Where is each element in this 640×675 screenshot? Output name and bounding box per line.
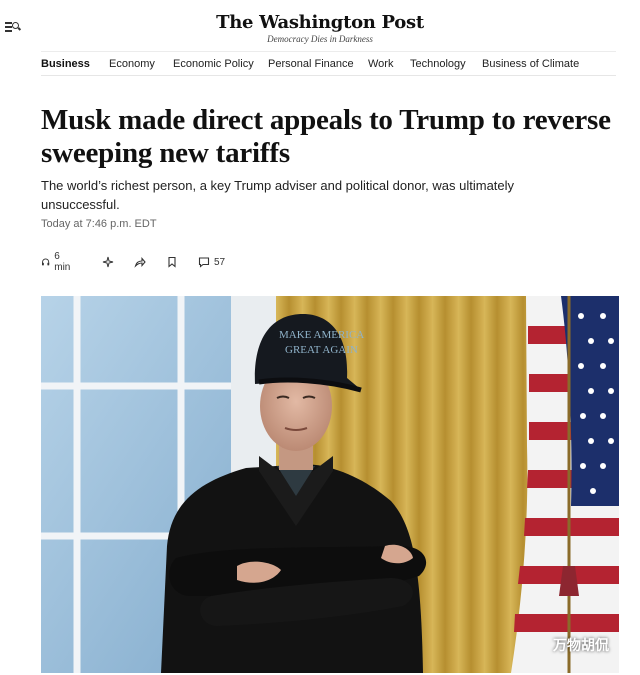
section-nav: Business Economy Economic Policy Persona…	[41, 51, 616, 76]
site-logo[interactable]: The Washington Post	[0, 12, 640, 33]
article-dek: The world’s richest person, a key Trump …	[41, 178, 515, 212]
nav-item-work[interactable]: Work	[368, 58, 393, 70]
nav-item-business-of-climate[interactable]: Business of Climate	[482, 58, 579, 70]
summary-button[interactable]	[102, 253, 114, 271]
article-timestamp: Today at 7:46 p.m. EDT	[41, 218, 157, 230]
nav-item-business[interactable]: Business	[41, 58, 90, 70]
bookmark-button[interactable]	[166, 253, 178, 271]
comments-button[interactable]: 57	[198, 253, 225, 271]
comment-count: 57	[214, 256, 226, 268]
american-flag	[511, 296, 619, 673]
nav-item-personal-finance[interactable]: Personal Finance	[268, 58, 354, 70]
lead-photo[interactable]: MAKE AMERICA GREAT AGAIN 万物胡侃	[41, 296, 619, 673]
site-tagline: Democracy Dies in Darkness	[267, 34, 373, 44]
hat-text-line1: MAKE AMERICA	[279, 329, 364, 341]
hat-text-line2: GREAT AGAIN	[285, 344, 358, 356]
lead-photo-illustration: MAKE AMERICA GREAT AGAIN	[41, 296, 619, 673]
nav-item-economy[interactable]: Economy	[109, 58, 155, 70]
masthead[interactable]: The Washington Post Democracy Dies in Da…	[0, 12, 640, 44]
watermark: 万物胡侃	[553, 638, 609, 654]
sparkle-icon	[102, 256, 114, 268]
top-bar: The Washington Post Democracy Dies in Da…	[0, 0, 640, 50]
share-button[interactable]	[134, 253, 146, 271]
nav-item-economic-policy[interactable]: Economic Policy	[173, 58, 254, 70]
headphones-icon	[42, 258, 50, 266]
nav-item-technology[interactable]: Technology	[410, 58, 466, 70]
comment-icon	[198, 257, 210, 268]
article-headline: Musk made direct appeals to Trump to rev…	[41, 104, 611, 169]
listen-button[interactable]: 6 min	[41, 251, 73, 273]
listen-duration: 6 min	[54, 251, 71, 273]
share-icon	[134, 257, 146, 268]
bookmark-icon	[168, 256, 176, 268]
